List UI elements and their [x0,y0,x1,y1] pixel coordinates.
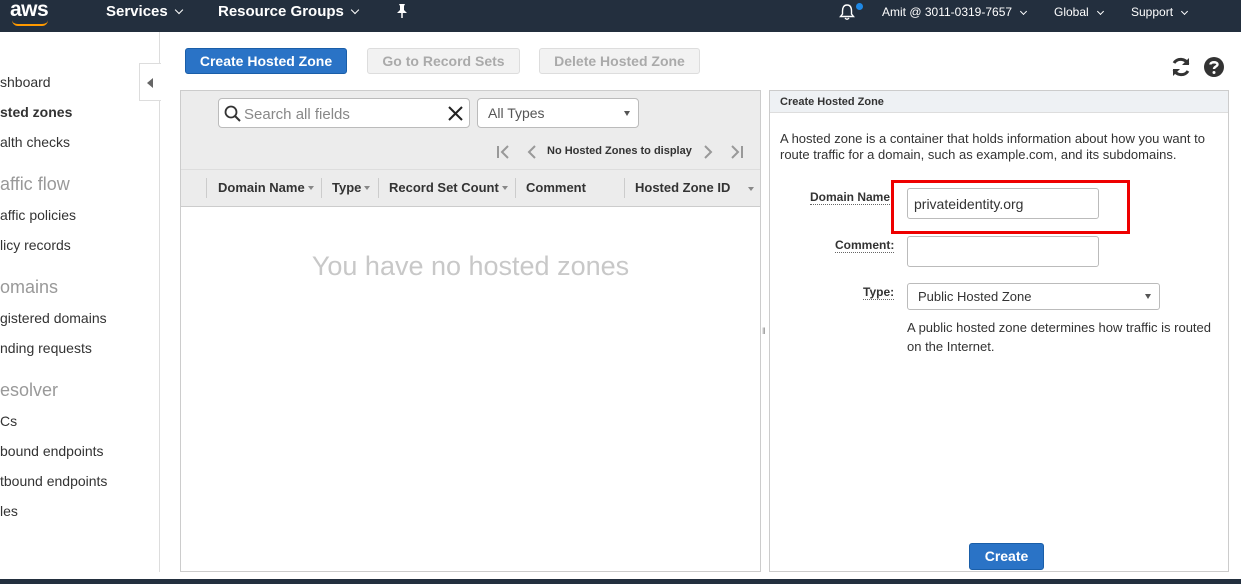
region-menu[interactable]: Global [1054,0,1104,32]
bell-icon[interactable] [838,3,856,21]
support-label: Support [1131,5,1174,19]
type-filter-select[interactable]: All Types [477,98,639,128]
column-label: Domain Name [218,180,305,195]
sidebar: shboard sted zones alth checks affic flo… [0,32,160,572]
sidebar-item-registered-domains[interactable]: gistered domains [0,310,107,326]
last-page-icon[interactable] [727,142,745,162]
column-label: Comment [526,180,586,195]
type-label: Type: [863,285,895,300]
delete-hosted-zone-button[interactable]: Delete Hosted Zone [539,48,700,74]
sort-caret-icon [307,186,314,190]
column-separator [206,178,207,198]
zone-type-select[interactable]: Public Hosted Zone [907,283,1160,310]
sidebar-section-traffic-flow: affic flow [0,174,70,194]
support-menu[interactable]: Support [1131,0,1189,32]
type-filter-value: All Types [488,105,545,121]
sidebar-item-vpcs[interactable]: Cs [0,413,17,429]
hosted-zones-list-panel: All Types No Hosted Zones to display Dom… [180,90,761,572]
column-separator [378,178,379,198]
comment-label: Comment: [835,238,895,253]
sidebar-section-resolver: esolver [0,380,59,400]
type-description: A public hosted zone determines how traf… [907,320,1211,354]
domain-name-label: Domain Name [810,190,891,205]
sort-caret-icon[interactable] [748,187,754,191]
notification-dot [856,3,863,10]
column-label: Hosted Zone ID [635,180,731,195]
sidebar-section-domains: omains [0,277,59,297]
column-label: Type [332,180,362,195]
top-navigation-bar: aws Services Resource Groups Amit @ 3011… [0,0,1241,32]
column-comment[interactable]: Comment [526,170,586,206]
aws-logo-smile [12,20,48,26]
chevron-down-icon [1096,7,1104,16]
refresh-icon[interactable] [1169,55,1193,79]
sidebar-item-health-checks[interactable]: alth checks [0,134,70,150]
domain-name-input[interactable] [907,188,1099,219]
sidebar-item-rules[interactable]: les [0,503,18,519]
zone-type-value: Public Hosted Zone [918,289,1032,304]
filter-bar: All Types No Hosted Zones to display [181,91,760,169]
sidebar-collapse-toggle[interactable] [139,63,161,101]
table-header: Domain Name Type Record Set Count Commen… [181,169,760,207]
sort-caret-icon [501,186,508,190]
next-page-icon[interactable] [701,142,715,162]
chevron-down-icon [350,5,360,15]
dropdown-caret-icon [624,111,630,116]
dropdown-caret-icon [1145,294,1151,299]
column-separator [624,178,625,198]
sidebar-item-inbound-endpoints[interactable]: bound endpoints [0,443,104,459]
column-domain-name[interactable]: Domain Name [218,170,314,206]
column-record-set-count[interactable]: Record Set Count [389,170,508,206]
help-icon[interactable] [1202,55,1226,79]
clear-search-icon[interactable] [448,106,463,121]
bottom-bar [0,579,1241,584]
panel-description: A hosted zone is a container that holds … [780,131,1205,162]
column-label: Record Set Count [389,180,499,195]
services-menu[interactable]: Services [106,0,183,32]
sort-caret-icon [364,186,371,190]
column-separator [515,178,516,198]
sidebar-item-hosted-zones[interactable]: sted zones [0,104,72,120]
account-label: Amit @ 3011-0319-7657 [882,5,1013,19]
create-button[interactable]: Create [969,543,1044,570]
chevron-down-icon [1020,7,1028,16]
create-hosted-zone-button[interactable]: Create Hosted Zone [185,48,347,74]
resource-groups-menu[interactable]: Resource Groups [218,0,360,32]
previous-page-icon[interactable] [525,142,539,162]
aws-logo[interactable]: aws [10,0,49,22]
chevron-down-icon [174,5,183,15]
empty-state-message: You have no hosted zones [311,251,630,281]
search-icon [224,105,241,122]
pin-icon[interactable] [395,3,409,19]
search-input[interactable] [244,104,444,124]
chevron-left-icon [147,78,153,88]
services-label: Services [106,3,168,20]
panel-title: Create Hosted Zone [770,91,1228,113]
resource-groups-label: Resource Groups [218,3,344,20]
search-box[interactable] [218,98,470,128]
pagination-label: No Hosted Zones to display [547,145,692,157]
comment-input[interactable] [907,236,1099,267]
create-hosted-zone-panel: Create Hosted Zone A hosted zone is a co… [769,90,1229,572]
sidebar-item-outbound-endpoints[interactable]: tbound endpoints [0,473,107,489]
sidebar-item-dashboard[interactable]: shboard [0,74,51,90]
column-type[interactable]: Type [332,170,371,206]
sidebar-item-traffic-policies[interactable]: affic policies [0,207,76,223]
panel-splitter-handle[interactable]: ‖ [762,326,766,336]
column-hosted-zone-id[interactable]: Hosted Zone ID [635,170,730,206]
first-page-icon[interactable] [495,142,513,162]
sidebar-item-pending-requests[interactable]: nding requests [0,340,92,356]
region-label: Global [1054,5,1089,19]
account-menu[interactable]: Amit @ 3011-0319-7657 [882,0,1028,32]
chevron-down-icon [1180,7,1189,16]
column-separator [321,178,322,198]
go-to-record-sets-button[interactable]: Go to Record Sets [367,48,520,74]
sidebar-item-policy-records[interactable]: licy records [0,237,71,253]
